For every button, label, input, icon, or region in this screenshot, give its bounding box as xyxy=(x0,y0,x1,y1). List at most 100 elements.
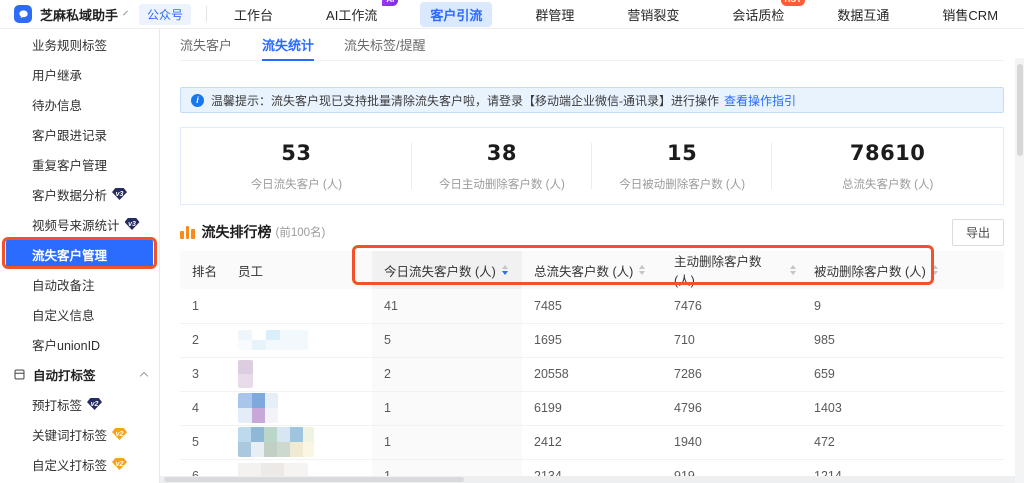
column-header: 排名 xyxy=(180,251,226,289)
employee-redacted xyxy=(238,393,278,423)
divider xyxy=(206,6,208,22)
table-header-row: 排名 员工 今日流失客户数 (人) 总流失客户数 (人) 主动删除客户数 (人) 被动删除… xyxy=(180,251,1004,289)
ranking-header: 流失排行榜 (前100名) 导出 xyxy=(180,218,1004,246)
nav-item[interactable]: 客户引流 xyxy=(420,1,493,27)
value-cell: 1 xyxy=(372,391,522,426)
sidebar-item[interactable]: 客户数据分析 v3 xyxy=(0,179,159,209)
sort-carets-icon xyxy=(790,265,796,275)
nav-menu: 工作台AI工作流AI客户引流群管理营销裂变会话质检HOT数据互通销售CRM更多 xyxy=(224,0,1024,27)
stat-card: 38 今日主动删除客户数 (人) xyxy=(412,128,593,204)
stat-card: 53 今日流失客户 (人) xyxy=(181,128,412,204)
nav-item[interactable]: 数据互通 xyxy=(827,2,899,27)
version-gem-badge: v3 xyxy=(112,188,128,200)
scrollbar-thumb[interactable] xyxy=(164,477,464,482)
column-header-content: 被动删除客户数 (人) xyxy=(814,261,998,280)
nav-item[interactable]: 营销裂变 xyxy=(617,2,689,27)
sidebar: 业务规则标签 用户继承待办信息 客户跟进记录重复客户管理客户数据分析 v3 视频号来源统… xyxy=(0,29,160,483)
column-header-content: 排名 xyxy=(192,261,220,280)
table-row: 1 41 7485 7476 9 xyxy=(180,289,1004,324)
nav-item-label: AI工作流 xyxy=(326,7,378,23)
value-cell: 7485 xyxy=(522,289,662,324)
nav-item-label: 工作台 xyxy=(234,7,274,23)
sort-asc-icon xyxy=(639,265,646,270)
sidebar-item-label: 关键词打标签 xyxy=(32,428,108,443)
tab[interactable]: 流失统计 xyxy=(262,29,315,61)
sidebar-item[interactable]: 视频号来源统计 v3 xyxy=(0,209,159,239)
sort-carets-icon xyxy=(931,265,938,275)
sidebar-item[interactable]: 客户unionID xyxy=(0,329,159,359)
table-row: 4 1 6199 4796 1403 xyxy=(180,391,1004,426)
sidebar-item-label: 用户继承 xyxy=(32,68,83,83)
stat-value: 15 xyxy=(667,140,698,165)
sidebar-item[interactable]: 用户继承 xyxy=(0,59,159,89)
stat-value: 78610 xyxy=(849,140,926,165)
stat-card: 78610 总流失客户数 (人) xyxy=(772,128,1003,204)
stat-label: 今日主动删除客户数 (人) xyxy=(438,178,565,191)
tab[interactable]: 流失标签/提醒 xyxy=(344,29,426,60)
column-header-label: 排名 xyxy=(192,264,218,279)
value-cell: 41 xyxy=(372,289,522,324)
column-header[interactable]: 被动删除客户数 (人) xyxy=(802,251,1004,289)
sort-asc-icon xyxy=(931,265,938,270)
employee-cell xyxy=(226,391,372,426)
account-type-badge[interactable]: 公众号 xyxy=(139,3,192,25)
export-button[interactable]: 导出 xyxy=(951,218,1004,246)
sidebar-item[interactable]: 待办信息 xyxy=(0,89,159,119)
employee-cell xyxy=(226,323,372,358)
column-header-label: 被动删除客户数 (人) xyxy=(814,264,926,279)
nav-item[interactable]: 群管理 xyxy=(525,2,584,27)
sidebar-item-label: 重复客户管理 xyxy=(32,158,108,173)
sidebar-item[interactable]: 业务规则标签 xyxy=(0,29,159,59)
vertical-scrollbar[interactable] xyxy=(1015,58,1024,483)
column-header[interactable]: 主动删除客户数 (人) xyxy=(662,251,802,289)
column-header-label: 总流失客户数 (人) xyxy=(534,264,634,279)
nav-item[interactable]: 会话质检HOT xyxy=(722,0,806,27)
info-icon xyxy=(191,93,204,107)
column-header-label: 今日流失客户数 (人) xyxy=(384,264,496,279)
sort-asc-icon xyxy=(501,265,508,270)
body-row: 业务规则标签 用户继承待办信息 客户跟进记录重复客户管理客户数据分析 v3 视频号来源统… xyxy=(0,29,1024,483)
value-cell: 5 xyxy=(372,323,522,358)
sidebar-item-label: 客户unionID xyxy=(32,338,101,353)
nav-item-label: 销售CRM xyxy=(942,7,999,23)
column-header[interactable]: 总流失客户数 (人) xyxy=(522,251,662,289)
column-header-content: 主动删除客户数 (人) xyxy=(674,251,796,289)
ranking-table: 排名 员工 今日流失客户数 (人) 总流失客户数 (人) 主动删除客户数 (人) 被动删除… xyxy=(180,251,1004,483)
nav-item[interactable]: 销售CRM xyxy=(932,2,1008,27)
chevron-down-icon[interactable] xyxy=(123,10,128,16)
nav-item[interactable]: AI工作流 AI xyxy=(316,0,399,27)
scrollbar-thumb[interactable] xyxy=(1016,64,1023,156)
value-cell: 1 xyxy=(372,425,522,460)
rank-cell: 4 xyxy=(180,391,226,426)
sidebar-item[interactable]: 重复客户管理 xyxy=(0,149,159,179)
sidebar-item[interactable]: 流失客户管理 xyxy=(6,239,153,269)
rank-cell: 3 xyxy=(180,357,226,392)
sidebar-item[interactable]: 预打标签 v2 xyxy=(0,389,159,419)
column-header: 员工 xyxy=(226,251,372,289)
sidebar-item[interactable]: 自定义打标签 v2 xyxy=(0,449,159,479)
value-cell: 4796 xyxy=(662,391,802,426)
sidebar-item[interactable]: 自定义信息 xyxy=(0,299,159,329)
sidebar-item[interactable]: 自动打标签 xyxy=(0,359,159,389)
stats-panel: 53 今日流失客户 (人) 38 今日主动删除客户数 (人) 15 今日被动删除客户数 (… xyxy=(180,127,1004,205)
column-header-label: 员工 xyxy=(238,264,264,279)
employee-cell xyxy=(226,357,372,392)
nav-item[interactable]: 工作台 xyxy=(224,2,283,27)
value-cell: 6199 xyxy=(522,391,662,426)
sidebar-item[interactable]: 自动改备注 xyxy=(0,269,159,299)
sidebar-item[interactable]: 客户跟进记录 xyxy=(0,119,159,149)
alert-guide-link[interactable]: 查看操作指引 xyxy=(724,92,796,109)
app-window: 芝麻私域助手 公众号 工作台 AI工作流 AI 客户引流 群管理 营销裂变 会话质检HOT 数… xyxy=(0,0,1024,483)
sidebar-item[interactable]: 关键词打标签 v2 xyxy=(0,419,159,449)
sidebar-item-label: 自定义打标签 xyxy=(32,458,108,473)
column-header[interactable]: 今日流失客户数 (人) xyxy=(372,251,522,289)
table-row: 3 2 20558 7286 659 xyxy=(180,357,1004,392)
horizontal-scrollbar[interactable] xyxy=(160,476,1015,483)
sidebar-item-label: 业务规则标签 xyxy=(32,38,108,53)
sort-asc-icon xyxy=(790,265,796,270)
table-row: 5 1 2412 1940 472 xyxy=(180,425,1004,460)
tab[interactable]: 流失客户 xyxy=(180,29,232,60)
stat-label: 总流失客户数 (人) xyxy=(841,178,934,191)
version-gem-badge: v3 xyxy=(124,218,140,230)
employee-redacted xyxy=(238,427,314,457)
